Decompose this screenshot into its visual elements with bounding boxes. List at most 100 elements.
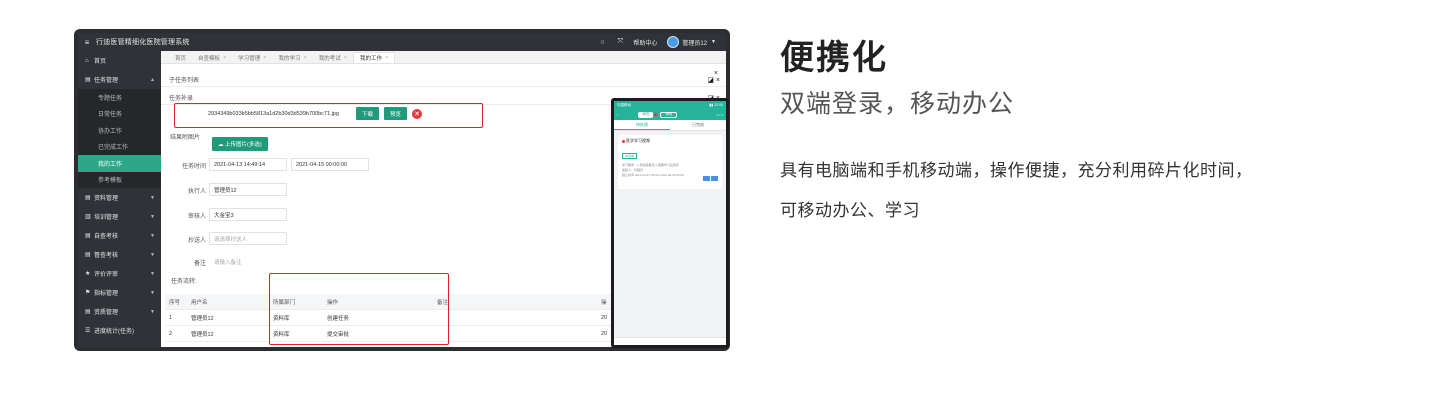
sidebar-subitem-special-tasks[interactable]: 专题任务	[78, 89, 161, 106]
document-icon: ▤	[85, 195, 91, 201]
upload-images-button[interactable]: ☁ 上传图片(多选)	[212, 137, 268, 151]
mobile-tabs: 待处理 已完成	[614, 120, 726, 131]
mobile-bottom-bar	[614, 337, 726, 345]
tab-bar: 首页 自查模板 × 学习管理 × 我的学习 × 我的考试 × 我的工作 ×	[161, 51, 726, 64]
chevron-down-icon[interactable]: ▼	[711, 39, 716, 45]
panel-tools-icon[interactable]: ◪ ×	[707, 76, 720, 84]
sidebar-subitem-templates[interactable]: 参考模板	[78, 171, 161, 188]
sidebar-item-label: 指标管理	[94, 291, 119, 297]
sidebar-item-label: 首页	[94, 59, 107, 65]
sidebar-item-training[interactable]: ▥ 培训管理 ▼	[78, 207, 161, 226]
tab-label: 自查模板	[198, 55, 221, 62]
reviewer-label: 审核人	[187, 214, 206, 220]
sidebar-item-task-management[interactable]: ▤ 任务管理 ▲	[78, 70, 161, 89]
start-time-field[interactable]: 2021-04-13 14:49:14	[209, 158, 287, 171]
tab-my-work[interactable]: 我的工作 ×	[352, 52, 396, 63]
sidebar-item-label: 自查考核	[94, 234, 119, 240]
mobile-screenshot-frame: 中国移动 ▮▮ 12:00 ‹ 我的 审批 • • • 待处理 已完成 医学学习…	[611, 98, 729, 348]
card-title-text: 医学学习视频	[626, 138, 650, 143]
card-actions	[702, 176, 718, 181]
more-icon[interactable]: • • •	[717, 112, 723, 117]
close-icon[interactable]: ×	[385, 55, 388, 61]
close-icon[interactable]: ×	[223, 55, 226, 61]
sidebar-item-documents[interactable]: ▤ 资料管理 ▼	[78, 188, 161, 207]
book-icon: ▥	[85, 214, 91, 220]
subheadline: 双端登录，移动办公	[780, 90, 1015, 118]
sidebar-item-label: 进度统计(任务)	[94, 329, 134, 335]
sidebar-item-label: 督查考核	[94, 253, 119, 259]
note-field[interactable]: 请输入备注	[209, 255, 609, 268]
sidebar-item-indicators[interactable]: ⚑ 指标管理 ▼	[78, 283, 161, 302]
sidebar-subitem-my-work[interactable]: 我的工作	[78, 155, 161, 172]
description-line-1: 具有电脑端和手机移动端，操作便捷，充分利用碎片化时间，	[780, 161, 1253, 180]
sidebar-item-label: 任务管理	[94, 78, 119, 84]
card-line: 发起人：管理员	[622, 168, 644, 172]
hamburger-menu-icon[interactable]: ≡	[78, 38, 96, 47]
star-icon: ★	[85, 271, 91, 277]
end-time-field[interactable]: 2021-04-15 00:00:00	[291, 158, 369, 171]
chevron-down-icon: ▼	[150, 232, 155, 239]
tab-my-learning[interactable]: 我的学习 ×	[272, 52, 312, 63]
sidebar-item-home[interactable]: ⌂ 首页	[78, 51, 161, 70]
table-cell: 管理员12	[191, 315, 214, 322]
reviewer-field[interactable]: 大金宝3	[209, 208, 287, 221]
close-icon[interactable]: ×	[263, 55, 266, 61]
executor-field[interactable]: 管理员12	[209, 183, 287, 196]
chevron-down-icon: ▼	[150, 251, 155, 258]
tab-self-check-template[interactable]: 自查模板 ×	[192, 52, 232, 63]
sidebar-item-evaluation[interactable]: ★ 评价评审 ▼	[78, 264, 161, 283]
task-icon: ▤	[85, 77, 91, 83]
carrier-text: 中国移动	[617, 102, 631, 107]
mobile-segment-approval[interactable]: 审批	[660, 111, 678, 118]
refresh-icon[interactable]: ○	[593, 39, 611, 46]
note-label: 备注	[193, 261, 206, 267]
tab-label: 首页	[175, 55, 187, 62]
tab-my-exam[interactable]: 我的考试 ×	[313, 52, 353, 63]
sidebar-item-progress-stats[interactable]: ☰ 进度统计(任务)	[78, 321, 161, 340]
checklist-icon: ▤	[85, 233, 91, 239]
close-icon[interactable]: ×	[304, 55, 307, 61]
sidebar-item-qualification[interactable]: ▤ 资质管理 ▼	[78, 302, 161, 321]
inspection-icon: ▤	[85, 252, 91, 258]
sidebar-subitem-assist-work[interactable]: 协办工作	[78, 122, 161, 139]
sidebar-item-self-check[interactable]: ▤ 自查考核 ▼	[78, 226, 161, 245]
avatar[interactable]	[667, 36, 680, 48]
tab-label: 我的考试	[318, 55, 341, 62]
panel-title: 任务补录	[169, 96, 194, 102]
card-action-button[interactable]	[703, 176, 710, 181]
chevron-down-icon: ▼	[150, 270, 155, 277]
certificate-icon: ▤	[85, 309, 91, 315]
task-flow-label: 任务流转:	[171, 279, 197, 285]
sidebar-item-label: 培训管理	[94, 215, 119, 221]
column-header: 用户名	[191, 299, 208, 306]
list-icon: ☰	[85, 328, 91, 334]
help-center-link[interactable]: 帮助中心	[633, 38, 657, 47]
close-icon[interactable]: ×	[344, 55, 347, 61]
subtask-list-header: 子任务列表 ◪ ×	[161, 73, 726, 87]
back-icon[interactable]: ‹	[617, 112, 618, 117]
sidebar-subitem-daily-tasks[interactable]: 日常任务	[78, 105, 161, 122]
mobile-task-card[interactable]: 医学学习视频 未完成 学习要求：1.视频需看完 2.需要学习后测评 发起人：管理…	[618, 135, 722, 189]
attach-image-label: 结果附图片	[170, 135, 201, 141]
tab-label: 学习管理	[238, 55, 261, 62]
user-name[interactable]: 管理员12	[682, 38, 707, 47]
tab-home[interactable]: 首页	[169, 52, 192, 63]
cc-field[interactable]: 请选择抄送人	[209, 232, 287, 245]
sidebar-subitem-completed-work[interactable]: 已完成工作	[78, 138, 161, 155]
mobile-screen: 中国移动 ▮▮ 12:00 ‹ 我的 审批 • • • 待处理 已完成 医学学习…	[614, 101, 726, 345]
card-action-button[interactable]	[711, 176, 718, 181]
sidebar-item-label: 资料管理	[94, 196, 119, 202]
tab-learning-management[interactable]: 学习管理 ×	[232, 52, 272, 63]
mobile-segment-mine[interactable]: 我的	[638, 111, 654, 118]
sidebar: ⌂ 首页 ▤ 任务管理 ▲ 专题任务 日常任务 协办工作 已完成工作 我的工作 …	[78, 51, 161, 347]
mobile-tab-done[interactable]: 已完成	[670, 120, 726, 130]
fullscreen-icon[interactable]: ⤧	[611, 38, 629, 46]
mobile-tab-pending[interactable]: 待处理	[614, 120, 670, 130]
sidebar-item-label: 资质管理	[94, 310, 119, 316]
sidebar-item-inspection[interactable]: ▤ 督查考核 ▼	[78, 245, 161, 264]
cc-label: 抄送人	[187, 238, 206, 244]
table-cell: 2	[169, 330, 173, 337]
status-right-text: ▮▮ 12:00	[709, 103, 723, 107]
card-line: 学习要求：1.视频需看完 2.需要学习后测评	[622, 163, 679, 167]
description-line-2: 可移动办公、学习	[780, 201, 920, 220]
